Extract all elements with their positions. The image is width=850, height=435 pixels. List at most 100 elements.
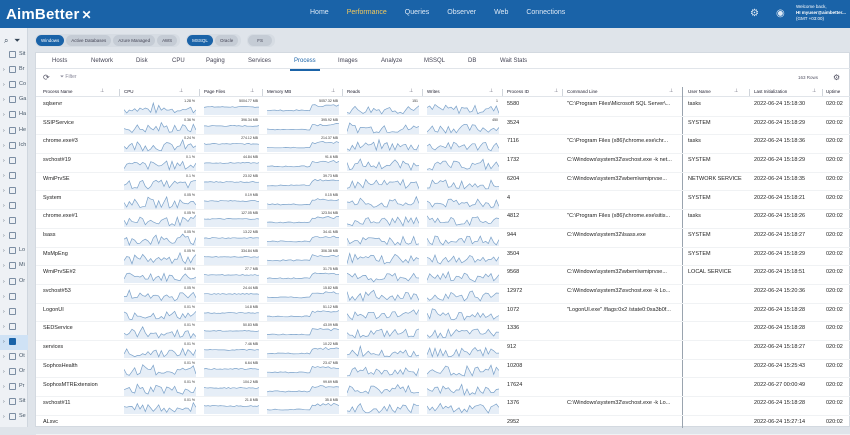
table-row[interactable]: svchost#11 0.01 % 21.8 MB 35.8 MB 1376 C:\Win… (36, 397, 850, 416)
sidebar-item[interactable]: › Co (0, 78, 28, 93)
aimbetter-logo[interactable]: AimBetter ✕ (6, 6, 92, 23)
col-cpu[interactable]: CPU (124, 89, 134, 94)
db-pill[interactable]: MSSQL (187, 34, 213, 46)
pin-icon[interactable]: ⊥ (409, 88, 413, 94)
env-pill[interactable]: Windows (36, 34, 65, 46)
sidebar-item[interactable]: › Pr (0, 380, 28, 395)
pin-icon[interactable]: ⊥ (331, 88, 335, 94)
sidebar-item[interactable]: › Lo (0, 244, 28, 259)
sidebar-item[interactable]: › Ha (0, 108, 28, 123)
sidebar-item[interactable]: › Or (0, 365, 28, 380)
nav-item-observer[interactable]: Observer (447, 0, 476, 28)
sidebar-item[interactable]: › Br (0, 63, 28, 78)
chevron-right-icon[interactable]: › (3, 414, 5, 420)
chevron-right-icon[interactable]: › (3, 309, 5, 315)
env-pill[interactable]: Azure Managed (113, 34, 156, 46)
col-process-name[interactable]: Process Name (43, 89, 73, 94)
table-row[interactable]: SophosHealth 0.01 % 6.64 MB 23.47 MB 10208 20… (36, 360, 850, 379)
table-row[interactable]: SEDService 0.01 % 50.83 MB 43.09 MB 1336 2022… (36, 322, 850, 342)
tab-images[interactable]: Images (338, 58, 358, 64)
col-command-line[interactable]: Command Line (567, 89, 598, 94)
table-row[interactable]: svchost#53 0.05 % 24.44 MB 15.82 MB 12972 C:\… (36, 285, 850, 304)
chevron-right-icon[interactable]: › (3, 369, 5, 375)
chevron-right-icon[interactable]: › (3, 173, 5, 179)
table-row[interactable]: chrome.exe#3 0.24 % 274.12 MB 214.37 MB 7116… (36, 135, 850, 155)
table-row[interactable]: sqlservr 1.28 % 5004.77 MB 5057.32 MB 151 1 55… (36, 98, 850, 117)
chevron-right-icon[interactable]: › (3, 324, 5, 330)
table-row[interactable]: LogonUI 0.01 % 14.8 MB 51.12 MB 1072 "LogonUI… (36, 304, 850, 323)
sidebar-item[interactable]: › Ga (0, 93, 28, 108)
chevron-right-icon[interactable]: › (3, 188, 5, 194)
tab-cpu[interactable]: CPU (172, 58, 185, 64)
sidebar-item[interactable]: › (0, 184, 28, 199)
sidebar-item[interactable]: › He (0, 124, 28, 139)
sidebar-item[interactable]: › Mi (0, 259, 28, 274)
tab-hosts[interactable]: Hosts (52, 58, 67, 64)
chevron-right-icon[interactable]: › (3, 97, 5, 103)
table-row[interactable]: MsMpEng 0.05 % 334.84 MB 306.38 MB 3504 SYSTE… (36, 248, 850, 267)
env-pill[interactable]: AWS (157, 34, 178, 46)
tab-wait-stats[interactable]: Wait Stats (500, 58, 527, 64)
chevron-right-icon[interactable]: › (3, 233, 5, 239)
chevron-right-icon[interactable]: › (3, 279, 5, 285)
table-row[interactable]: System 0.05 % 0.19 MB 0.15 MB 4 SYSTEM 2022-06… (36, 192, 850, 211)
table-row[interactable]: WmiPrvSE 0.1 % 23.02 MB 39.73 MB 6204 C:\Wind… (36, 173, 850, 192)
db-pill[interactable]: Oracle (214, 34, 239, 46)
nav-item-queries[interactable]: Queries (405, 0, 430, 28)
sidebar-item[interactable]: › Ich (0, 139, 28, 154)
table-row[interactable]: services 0.01 % 7.46 MB 10.22 MB 912 2022-06-… (36, 341, 850, 360)
table-row[interactable]: ALsvc 2952 2022-06-24 15:27:14 020:02 (36, 416, 850, 435)
chevron-right-icon[interactable]: › (3, 128, 5, 134)
col-user-name[interactable]: User Name (688, 89, 711, 94)
tab-services[interactable]: Services (248, 58, 271, 64)
column-settings-icon[interactable]: ⚙ (833, 73, 840, 82)
nav-item-web[interactable]: Web (494, 0, 508, 28)
sidebar-item[interactable]: › Ot (0, 350, 28, 365)
pin-icon[interactable]: ⊥ (179, 88, 183, 94)
chevron-right-icon[interactable]: › (3, 82, 5, 88)
filter-icon[interactable]: ⏷ (14, 36, 20, 46)
sidebar-item[interactable]: › (0, 169, 28, 184)
chevron-right-icon[interactable]: › (3, 158, 5, 164)
sidebar-item[interactable]: › (0, 305, 28, 320)
fs-pill[interactable]: FS (248, 34, 272, 46)
chevron-right-icon[interactable]: › (3, 67, 5, 73)
table-row[interactable]: SSIPService 0.36 % 396.34 MB 395.92 MB 450 35… (36, 117, 850, 136)
chevron-right-icon[interactable]: › (3, 248, 5, 254)
tab-paging[interactable]: Paging (206, 58, 225, 64)
sidebar-item[interactable]: › Or (0, 275, 28, 290)
table-row[interactable]: SophosMTRExtension 0.01 % 104.2 MB 99.69 MB… (36, 379, 850, 398)
sidebar-item[interactable]: › (0, 214, 28, 229)
sidebar-item[interactable]: › (0, 290, 28, 305)
tab-db[interactable]: DB (468, 58, 476, 64)
col-writes[interactable]: Writes (427, 89, 440, 94)
col-memory[interactable]: Memory MB (267, 89, 291, 94)
tab-analyze[interactable]: Analyze (381, 58, 402, 64)
env-pill[interactable]: Active Databases (66, 34, 112, 46)
filter-input[interactable]: ⏷ Filter (60, 74, 77, 80)
nav-item-home[interactable]: Home (310, 0, 329, 28)
search-icon[interactable]: ⌕ (4, 36, 8, 46)
gear-icon[interactable]: ⚙ (750, 8, 759, 19)
chevron-right-icon[interactable]: › (3, 218, 5, 224)
col-reads[interactable]: Reads (347, 89, 360, 94)
chevron-right-icon[interactable]: › (3, 339, 5, 345)
nav-item-connections[interactable]: Connections (526, 0, 565, 28)
refresh-icon[interactable]: ⟳ (43, 73, 50, 82)
chevron-right-icon[interactable]: › (3, 143, 5, 149)
pin-icon[interactable]: ⊥ (250, 88, 254, 94)
chevron-right-icon[interactable]: › (3, 203, 5, 209)
sidebar-item[interactable]: › (0, 154, 28, 169)
table-row[interactable]: WmiPrvSE#2 0.05 % 27.7 MB 31.75 MB 9568 C:\Wi… (36, 266, 850, 285)
pin-icon[interactable]: ⊥ (669, 88, 673, 94)
table-row[interactable]: chrome.exe#1 0.05 % 127.05 MB 123.54 MB 4812… (36, 210, 850, 229)
chevron-right-icon[interactable]: › (3, 384, 5, 390)
table-row[interactable]: svchost#19 0.1 % 44.84 MB 91.6 MB 1732 C:\Win… (36, 154, 850, 173)
user-info[interactable]: Welcome back, HI myuser@aimbetter... (GM… (796, 4, 848, 22)
pin-icon[interactable]: ⊥ (734, 88, 738, 94)
sidebar-item[interactable]: › (0, 199, 28, 214)
table-row[interactable]: lsass 0.05 % 13.22 MB 34.41 MB 944 C:\Windows… (36, 229, 850, 248)
col-process-id[interactable]: Process ID (507, 89, 529, 94)
pin-icon[interactable]: ⊥ (812, 88, 816, 94)
tab-mssql[interactable]: MSSQL (424, 58, 445, 64)
